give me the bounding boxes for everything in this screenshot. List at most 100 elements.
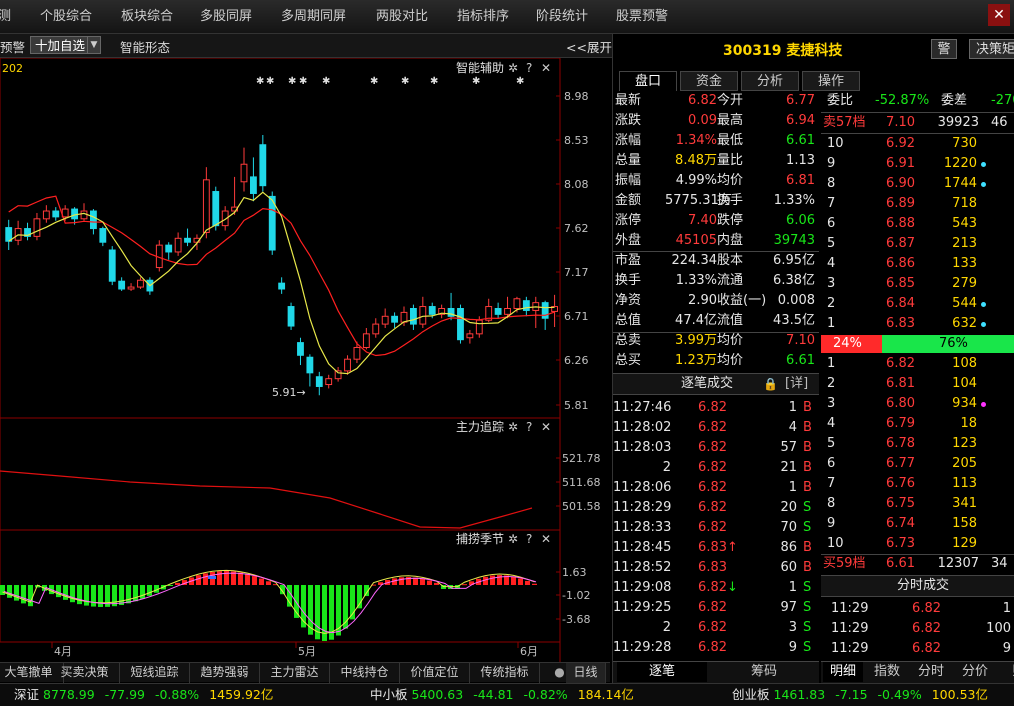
book-divider <box>821 133 1014 134</box>
help-icon[interactable]: ? <box>526 420 532 434</box>
candle-body <box>325 378 333 386</box>
candle-body <box>381 315 389 325</box>
stock-title: 300319 麦捷科技 <box>723 40 842 60</box>
quote-cell: 43.5亿 <box>773 313 815 328</box>
candle-body <box>428 306 436 315</box>
tab-chips[interactable]: 筹码 <box>719 662 809 682</box>
bid-volume: 934 <box>952 396 977 411</box>
close-panel-icon[interactable]: ✕ <box>541 532 551 546</box>
shenzhen-index[interactable]: 深证 8778.99 -77.99 -0.88% 1459.92亿 <box>14 684 273 706</box>
gear-icon[interactable]: ✲ <box>508 532 518 546</box>
menu-item-8[interactable]: 股票预警 <box>616 0 668 34</box>
weibi-label: 委比 <box>827 93 854 108</box>
main-force-line <box>0 470 533 529</box>
candle-body <box>372 323 380 335</box>
sme-index[interactable]: 中小板 5400.63 -44.81 -0.82% 184.14亿 <box>370 684 634 706</box>
trade-title: 逐笔成交 <box>681 376 734 391</box>
expand-button[interactable]: <<展开 <box>566 37 612 56</box>
ask-volume: 730 <box>952 136 977 151</box>
decision-button[interactable]: 决策矩 <box>969 39 1014 59</box>
chinext-index[interactable]: 创业板 1461.83 -7.15 -0.49% 100.53亿 <box>732 684 988 706</box>
kline-chart-area[interactable]: 8.98 8.53 8.08 7.62 7.17 6.71 6.26 5.81 智能辅助 ✲? ✕ 主… <box>0 57 612 662</box>
warn-button[interactable]: 警 <box>931 39 957 59</box>
menu-item-7[interactable]: 阶段统计 <box>536 0 588 34</box>
ask-price: 6.90 <box>886 176 915 191</box>
dropdown-arrow-icon[interactable]: ▼ <box>87 36 101 54</box>
candle-body <box>184 237 191 243</box>
menu-item-0[interactable]: 测 <box>0 0 11 34</box>
trade-price: 6.82 <box>698 500 727 515</box>
menu-item-2[interactable]: 板块综合 <box>121 0 173 34</box>
stock-name: 麦捷科技 <box>786 43 843 59</box>
ask-volume: 544 <box>952 296 977 311</box>
ask-level: 7 <box>827 196 836 211</box>
lock-icon[interactable]: 🔒 <box>763 374 778 394</box>
detail-tab-3[interactable]: 分价 <box>955 662 995 682</box>
help-icon[interactable]: ? <box>526 532 532 546</box>
price-tick-label: 6.26 <box>564 354 589 367</box>
quote-tab-3[interactable]: 操作 <box>802 71 860 91</box>
indicator-tab-3[interactable]: 趋势强弱 <box>190 663 260 683</box>
bid-summary-volume: 12307 <box>937 556 979 571</box>
indicator-tab-2[interactable]: 短线追踪 <box>120 663 190 683</box>
detail-tab-1[interactable]: 指数 <box>867 662 907 682</box>
menu-item-6[interactable]: 指标排序 <box>457 0 509 34</box>
low-price-marker: 5.91→ <box>272 386 306 399</box>
mid-tick-label: 511.68 <box>562 476 601 489</box>
close-icon[interactable]: ✕ <box>988 4 1010 26</box>
help-icon[interactable]: ? <box>526 61 532 75</box>
candle-body <box>494 307 502 315</box>
close-panel-icon[interactable]: ✕ <box>541 420 551 434</box>
ask-price: 6.84 <box>886 296 915 311</box>
indicator-tab-6[interactable]: 价值定位 <box>400 663 470 683</box>
candle-body <box>42 210 50 220</box>
ask-summary-label: 卖57档 <box>823 115 866 130</box>
cy-change: -7.15 <box>835 687 868 702</box>
trade-time: 11:29:25 <box>613 600 672 615</box>
detail-tab-4[interactable]: 财 <box>999 662 1014 682</box>
warn-label[interactable]: 预警 <box>0 37 25 56</box>
menu-item-3[interactable]: 多股同屏 <box>200 0 252 34</box>
tab-tick[interactable]: 逐笔 <box>617 662 707 682</box>
add-watchlist-button[interactable]: 十加自选 <box>30 36 91 54</box>
bid-price: 6.74 <box>886 516 915 531</box>
menu-item-1[interactable]: 个股综合 <box>40 0 92 34</box>
candle-body <box>287 306 295 327</box>
indicator-tab-1[interactable]: 买卖决策 <box>50 663 120 683</box>
menu-item-4[interactable]: 多周期同屏 <box>281 0 346 34</box>
trade-side: B <box>803 540 812 555</box>
indicator-tab-7[interactable]: 传统指标 <box>470 663 540 683</box>
menu-bar: 测个股综合 板块综合 多股同屏 多周期同屏 两股对比 指标排序 阶段统计 股票预警 <box>0 0 1014 34</box>
quote-tab-1[interactable]: 资金 <box>680 71 738 91</box>
bid-volume: 123 <box>952 436 977 451</box>
smart-pattern-label[interactable]: 智能形态 <box>120 37 170 56</box>
bid-price: 6.76 <box>886 476 915 491</box>
sz-pct: -0.88% <box>154 687 200 702</box>
gear-icon[interactable]: ✲ <box>508 420 518 434</box>
indicator-tab-5[interactable]: 中线持仓 <box>330 663 400 683</box>
gear-icon[interactable]: ✲ <box>508 61 518 75</box>
quote-tab-2[interactable]: 分析 <box>741 71 799 91</box>
period-label[interactable]: 日线 <box>566 663 606 683</box>
indicator-tab-bar: 大笔撤单 买卖决策 短线追踪 趋势强弱 主力雷达 中线持仓 价值定位 传统指标 ● 日线 <box>0 662 610 683</box>
quote-cell: 6.82 <box>688 93 717 108</box>
menu-item-5[interactable]: 两股对比 <box>376 0 428 34</box>
bid-volume: 104 <box>952 376 977 391</box>
season-bar <box>140 585 145 599</box>
trade-volume: 1 <box>788 480 797 495</box>
bid-volume: 108 <box>952 356 977 371</box>
season-bar <box>420 578 425 585</box>
season-bar <box>525 580 530 585</box>
bid-price: 6.79 <box>886 416 915 431</box>
candle-body <box>457 307 464 341</box>
detail-tab-2[interactable]: 分时 <box>911 662 951 682</box>
quote-cell: 总卖 <box>615 333 642 348</box>
bid-volume: 205 <box>952 456 977 471</box>
indicator-tab-4[interactable]: 主力雷达 <box>260 663 330 683</box>
chart-toolbar: 预警 十加自选 ▼ 智能形态 <<展开 <box>0 34 612 58</box>
detail-tab-0[interactable]: 明细 <box>823 662 863 682</box>
close-panel-icon[interactable]: ✕ <box>541 61 551 75</box>
trade-detail-link[interactable]: [详] <box>785 374 808 394</box>
order-marker-dot <box>981 302 986 307</box>
quote-tab-0[interactable]: 盘口 <box>619 71 677 91</box>
